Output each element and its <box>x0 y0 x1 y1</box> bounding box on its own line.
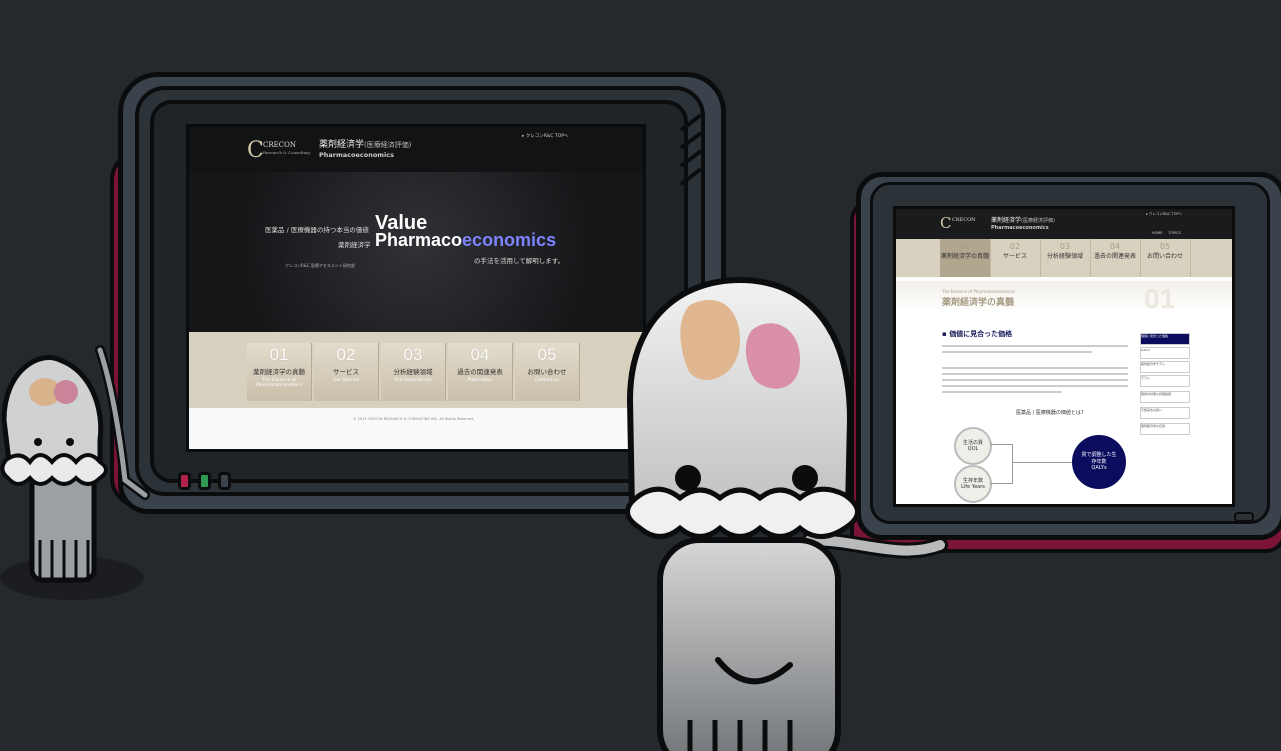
mascot-illustrations <box>0 276 948 751</box>
big-mascot-icon <box>625 276 948 751</box>
small-mascot-icon <box>0 345 150 583</box>
